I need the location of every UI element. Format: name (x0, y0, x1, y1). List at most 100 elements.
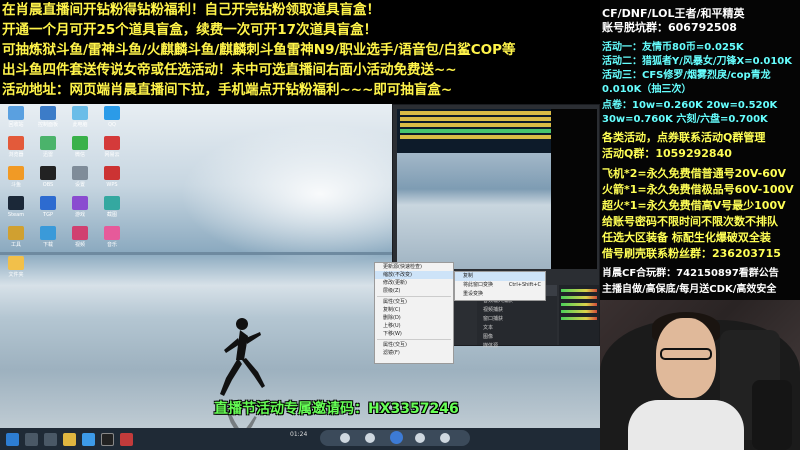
desktop-icon[interactable]: WPS (98, 166, 126, 188)
menu-separator (377, 296, 451, 297)
desktop-icon[interactable]: 游戏 (66, 196, 94, 218)
info-line: 账号脱坑群：606792508 (602, 21, 737, 34)
desktop-icon-label: 视频 (74, 242, 85, 248)
obs-source-item[interactable]: 文本 (477, 323, 557, 332)
desktop-icon[interactable]: 回收站 (2, 106, 30, 128)
submenu-item[interactable]: 复制 (455, 272, 545, 281)
player-time: 01:24 (290, 431, 308, 438)
desktop-icon-label: 下载 (42, 242, 53, 248)
desktop-icon[interactable]: OBS (34, 166, 62, 188)
context-menu-item[interactable]: 属性(交互) (375, 341, 453, 349)
app-icon (104, 226, 120, 240)
desktop-icon[interactable]: 此电脑 (66, 106, 94, 128)
context-menu-item[interactable]: 删除(D) (375, 314, 453, 322)
context-menu-item[interactable]: 更新源(快速检查) (375, 263, 453, 271)
desktop-icon-label: Steam (7, 212, 25, 218)
app-icon (104, 196, 120, 210)
obs-icon[interactable] (101, 432, 114, 446)
invite-code-banner: 直播节活动专属邀请码：HX3357246 (214, 401, 459, 417)
obs-preview-sidebar (551, 109, 597, 269)
microphone (752, 380, 792, 450)
info-line: 30w=0.760K 六刻/六盘=0.700K (602, 114, 768, 125)
desktop-icon[interactable]: 控制面板 (34, 106, 62, 128)
app-icon (72, 106, 88, 120)
desktop-icon-label: 网易云 (104, 152, 120, 158)
desktop-icon-label: 文件夹 (8, 272, 24, 278)
context-menu-item[interactable]: 修改(更新) (375, 279, 453, 287)
info-line: 借号刷壳联系粉丝群：236203715 (602, 247, 781, 260)
desktop-icon[interactable]: 浏览器 (2, 136, 30, 158)
context-menu-item[interactable]: 上移(U) (375, 322, 453, 330)
desktop-icon-label: 回收站 (8, 122, 24, 128)
info-line: 点卷：10w=0.260K 20w=0.520K (602, 100, 778, 111)
context-menu-item[interactable]: 层级(Z) (375, 287, 453, 295)
app-icon (72, 166, 88, 180)
desktop-icon-label: 设置 (74, 182, 85, 188)
context-menu-item[interactable]: 属性(交互) (375, 298, 453, 306)
obs-source-item[interactable]: 视频捕获 (477, 305, 557, 314)
app-icon (40, 136, 56, 150)
pause-icon[interactable] (390, 431, 403, 444)
desktop-icon[interactable]: 音乐 (98, 226, 126, 248)
info-line: CF/DNF/LOL王者/和平精英 (602, 7, 745, 20)
info-line: 活动二：猎狐者Y/风暴女/刀锋X=0.010K (602, 56, 793, 67)
prev-icon[interactable] (340, 433, 350, 443)
desktop-icon[interactable]: 工具 (2, 226, 30, 248)
next-icon[interactable] (440, 433, 450, 443)
desktop-icon-label: WPS (106, 182, 118, 188)
taskbar: 01:24 (0, 428, 600, 450)
submenu-item[interactable]: 重设变换 (455, 290, 545, 299)
rewind-icon[interactable] (365, 433, 375, 443)
search-icon[interactable] (25, 432, 38, 446)
desktop-icon[interactable]: 文件夹 (2, 256, 30, 278)
app-icon (40, 196, 56, 210)
context-menu-item[interactable]: 下移(W) (375, 330, 453, 338)
obs-source-item[interactable]: 窗口捕获 (477, 314, 557, 323)
desktop-icon-label: 浏览器 (8, 152, 24, 158)
info-line: 给账号密码不限时间不限次数不排队 (602, 215, 778, 228)
app-icon (40, 166, 56, 180)
task-view-icon[interactable] (44, 432, 57, 446)
desktop-icon[interactable]: QQ (98, 106, 126, 128)
app-icon (8, 166, 24, 180)
desktop-icon[interactable]: 斗鱼 (2, 166, 30, 188)
obs-preview[interactable] (397, 109, 597, 269)
info-line: 活动三：CFS修罗/烟雾烈戾/cop青龙 (602, 70, 771, 81)
desktop-icon-label: 微信 (74, 152, 85, 158)
context-menu-item[interactable]: 缩放(不改变) (375, 271, 453, 279)
desktop-icon-label: 游戏 (74, 212, 85, 218)
media-player-controls[interactable] (320, 430, 470, 446)
app-icon (40, 106, 56, 120)
desktop-icon[interactable]: 下载 (34, 226, 62, 248)
headline-line: 活动地址：网页端肖晨直播间下拉，手机端点开钻粉福利~~~即可抽盲盒~ (2, 82, 453, 98)
desktop-icon[interactable]: 视频 (66, 226, 94, 248)
info-line: 0.010K（抽三次） (602, 84, 692, 95)
desktop-icon-label: 迅雷 (42, 152, 53, 158)
desktop-icon[interactable]: Steam (2, 196, 30, 218)
desktop-icon-label: 控制面板 (37, 122, 58, 128)
windows-start-icon[interactable] (6, 432, 19, 446)
headline-line: 开通一个月可开25个道具盲盒，续费一次可开17次道具盲盒！ (2, 22, 378, 38)
forward-icon[interactable] (415, 433, 425, 443)
obs-source-item[interactable]: 媒体源 (477, 341, 557, 350)
browser-icon[interactable] (82, 432, 95, 446)
submenu-item[interactable]: 将此窗口变换 Ctrl+Shift+C (455, 281, 545, 290)
file-explorer-icon[interactable] (63, 432, 76, 446)
desktop-icon[interactable]: 截图 (98, 196, 126, 218)
context-menu[interactable]: 更新源(快速检查) 缩放(不改变) 修改(更新) 层级(Z) 属性(交互) 复制(C) 删除… (374, 262, 454, 364)
app-icon (72, 136, 88, 150)
game-icon[interactable] (120, 432, 133, 446)
context-menu-item[interactable]: 复制(C) (375, 306, 453, 314)
desktop-icon[interactable]: 设置 (66, 166, 94, 188)
app-icon (72, 226, 88, 240)
obs-source-item[interactable]: 图像 (477, 332, 557, 341)
desktop-icon[interactable]: 迅雷 (34, 136, 62, 158)
desktop-icon[interactable]: 微信 (66, 136, 94, 158)
submenu-item-shortcut: Ctrl+Shift+C (508, 282, 541, 288)
context-submenu[interactable]: 复制 将此窗口变换 Ctrl+Shift+C 重设变换 (454, 271, 546, 301)
desktop-icon[interactable]: 网易云 (98, 136, 126, 158)
obs-mixer[interactable] (559, 285, 599, 345)
desktop-icon[interactable]: TGP (34, 196, 62, 218)
context-menu-item[interactable]: 滤镜(F) (375, 349, 453, 357)
app-icon (104, 106, 120, 120)
